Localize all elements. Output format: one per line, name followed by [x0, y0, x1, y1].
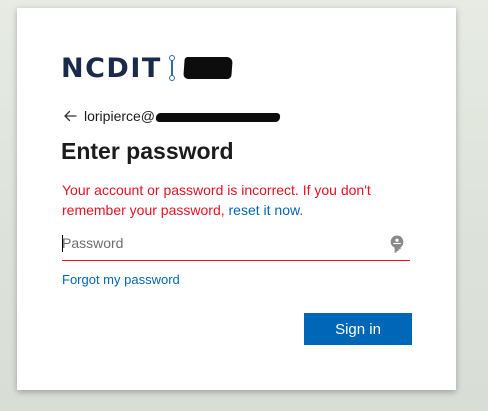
reset-password-link[interactable]: reset it now — [229, 202, 300, 218]
password-input[interactable] — [62, 228, 372, 258]
key-icon[interactable] — [388, 234, 406, 254]
text-cursor — [62, 235, 63, 252]
error-message: Your account or password is incorrect. I… — [62, 180, 412, 220]
page-title: Enter password — [61, 138, 234, 164]
error-text: Your account or password is incorrect. I… — [62, 182, 371, 218]
password-field-container — [62, 228, 410, 261]
ncdit-logo: NCDIT — [61, 51, 233, 85]
redacted-scribble-icon — [183, 57, 233, 79]
account-email: loripierce@ — [84, 108, 156, 124]
arrow-left-icon[interactable] — [62, 108, 78, 124]
redacted-scribble-icon — [155, 113, 281, 122]
sign-in-card: NCDIT loripierce@ Enter password Your ac… — [17, 8, 456, 390]
logo-text: NCDIT — [61, 52, 162, 84]
forgot-password-link[interactable]: Forgot my password — [62, 272, 180, 287]
link-icon — [168, 55, 178, 81]
sign-in-button[interactable]: Sign in — [304, 313, 412, 345]
error-trailing: . — [299, 202, 304, 218]
identity-banner: loripierce@ — [62, 106, 281, 126]
